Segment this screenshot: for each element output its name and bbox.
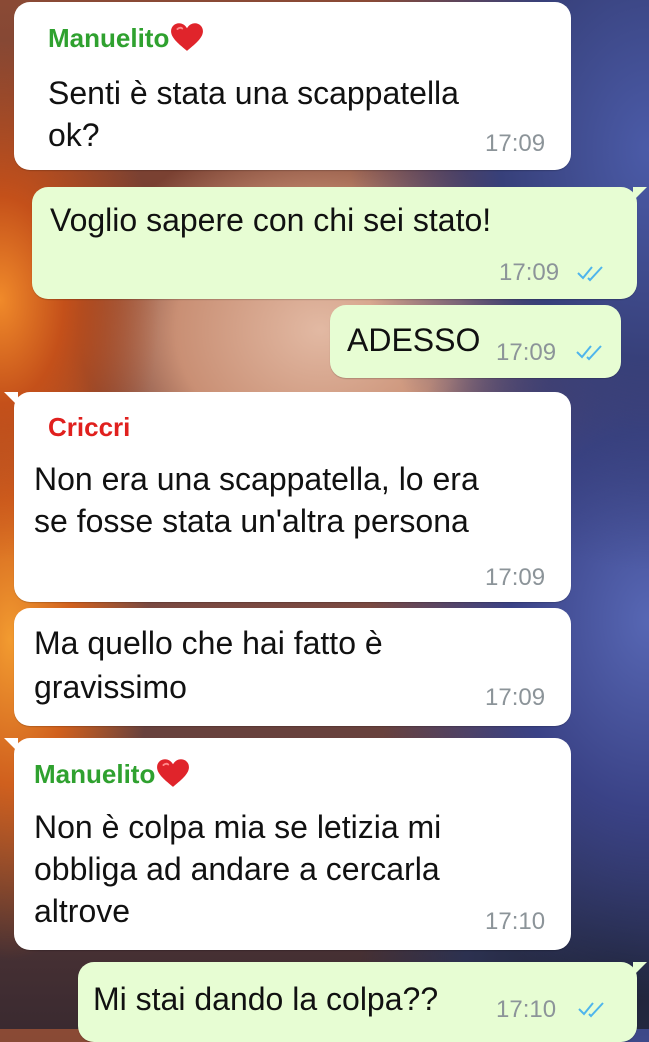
read-receipt-icon [577,266,603,282]
bubble-tail [633,187,647,201]
message-text: gravissimo [34,669,187,705]
read-receipt-icon [578,1002,604,1018]
bubble-tail [633,962,647,976]
message-bubble-incoming[interactable]: Ma quello che hai fatto è gravissimo 17:… [14,608,571,726]
message-bubble-incoming[interactable]: Manuelito Non è colpa mia se letizia mi … [4,738,571,950]
bubble-tail [4,392,18,406]
message-timestamp: 17:09 [499,259,560,286]
message-text: ok? [48,117,100,153]
message-text: Senti è stata una scappatella [48,75,459,111]
message-bubble-incoming[interactable]: Criccri Non era una scappatella, lo era … [4,392,571,602]
red-heart-icon [171,23,204,51]
message-timestamp: 17:09 [485,130,546,157]
bubble-tail [4,738,18,752]
sender-name: Manuelito [48,22,204,54]
message-timestamp: 17:09 [496,339,557,366]
message-timestamp: 17:09 [485,684,546,711]
message-bubble-outgoing[interactable]: ADESSO 17:09 [330,305,621,378]
message-text: Non è colpa mia se letizia mi [34,809,442,845]
sender-name: Criccri [48,412,131,442]
message-timestamp: 17:10 [485,908,546,935]
message-timestamp: 17:10 [496,996,557,1023]
message-text: Ma quello che hai fatto è [34,625,383,661]
message-text: Non era una scappatella, lo era [34,461,479,497]
message-text: altrove [34,893,131,929]
message-bubble-outgoing[interactable]: Voglio sapere con chi sei stato! 17:09 [32,187,647,299]
sender-name: Manuelito [34,758,190,790]
read-receipt-icon [576,345,602,361]
message-text: Voglio sapere con chi sei stato! [50,202,492,238]
red-heart-icon [157,759,190,787]
message-bubble-outgoing[interactable]: Mi stai dando la colpa?? 17:10 [78,962,647,1042]
message-text: ADESSO [347,322,481,358]
message-text: Mi stai dando la colpa?? [93,981,439,1017]
message-text: obbliga ad andare a cercarla [34,851,440,887]
message-text: se fosse stata un'altra persona [34,503,469,539]
message-bubble-incoming[interactable]: Manuelito Senti è stata una scappatella … [14,2,571,170]
message-timestamp: 17:09 [485,564,546,591]
